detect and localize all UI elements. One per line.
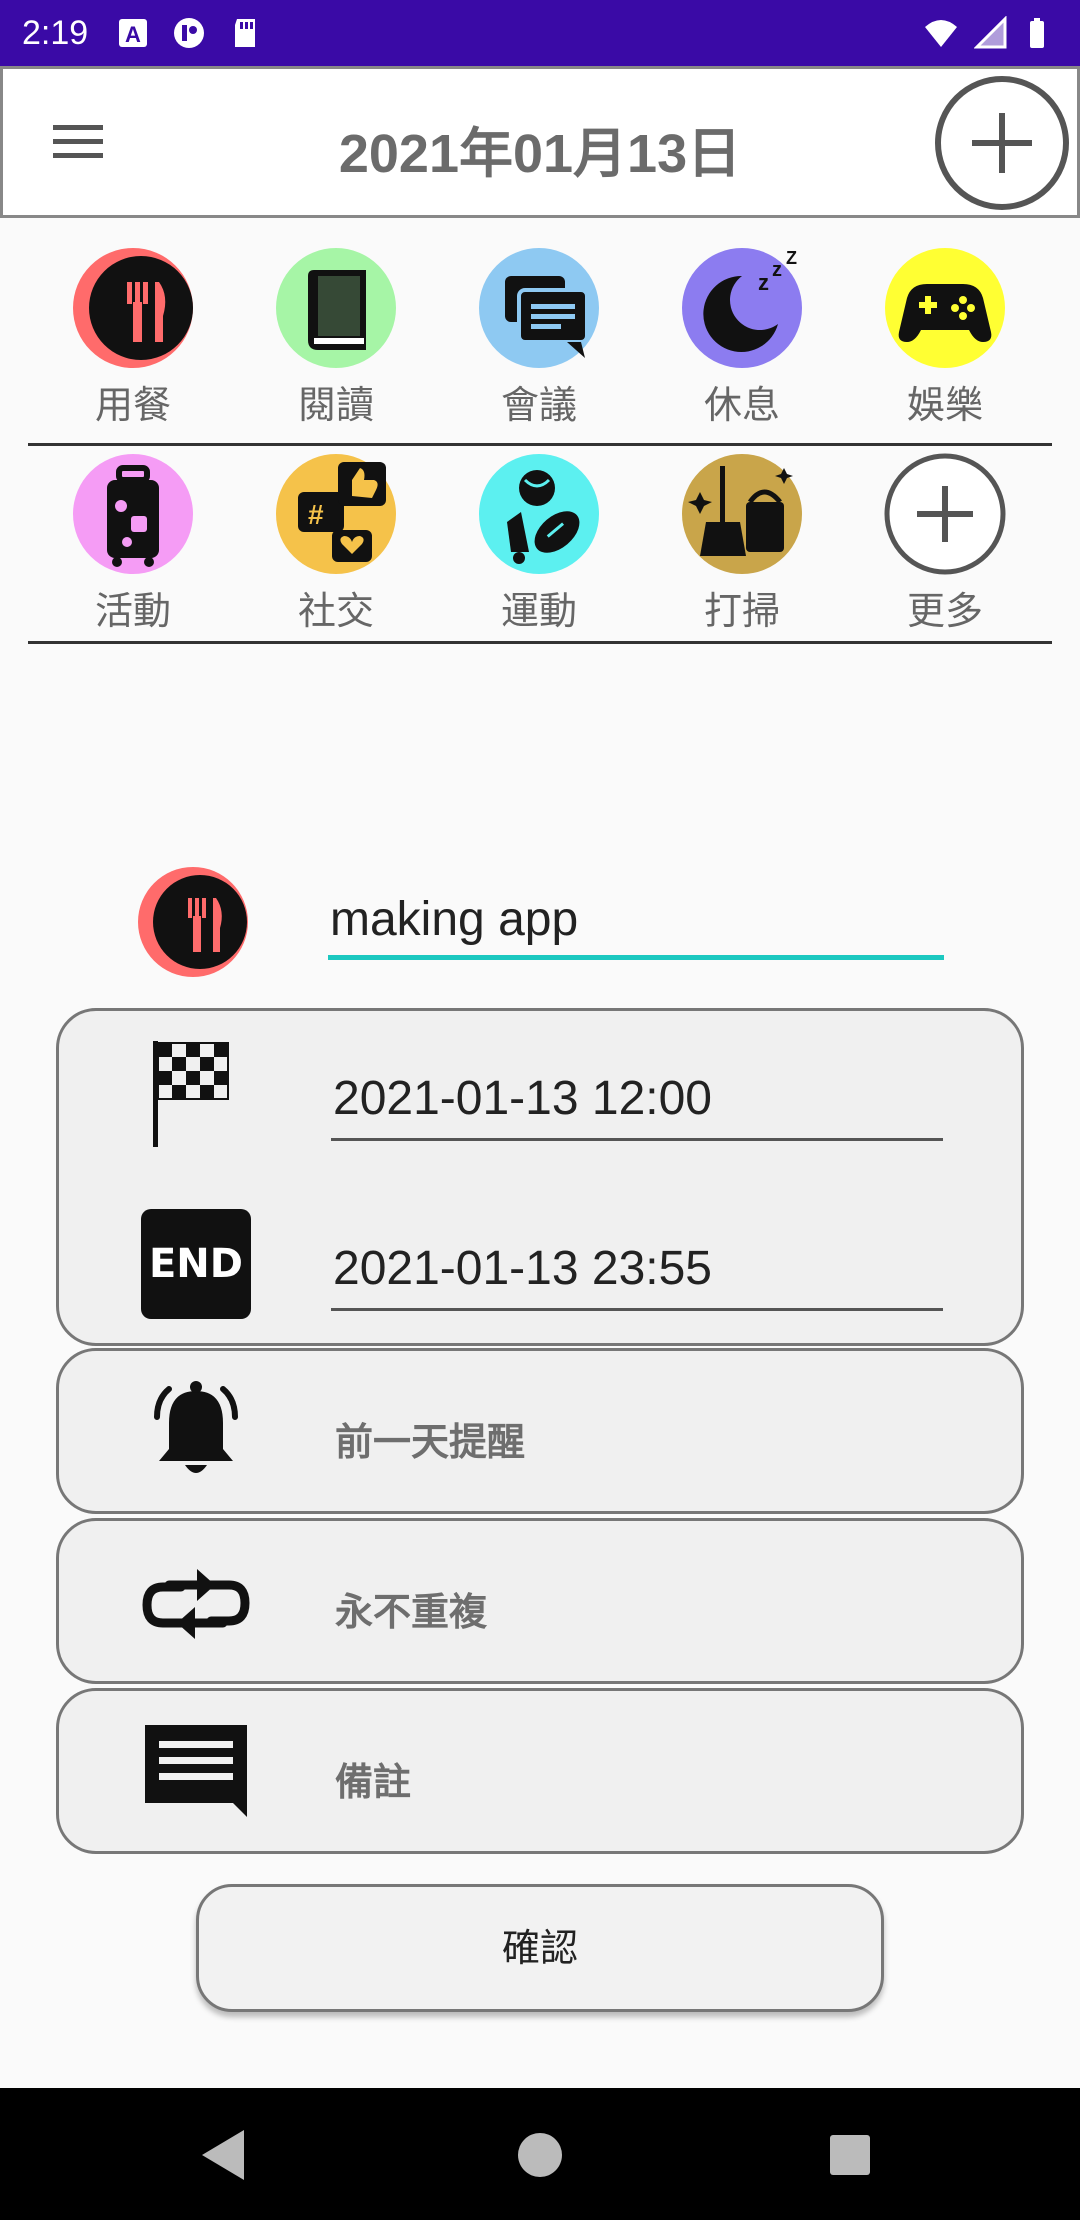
start-time-row: 2021-01-13 12:00	[59, 1037, 1027, 1157]
status-time: 2:19	[22, 13, 89, 52]
time-panel: 2021-01-13 12:00 END 2021-01-13 23:55	[56, 1008, 1024, 1346]
end-time-field[interactable]: 2021-01-13 23:55	[331, 1241, 943, 1311]
event-name-input[interactable]	[328, 884, 944, 960]
end-badge-text: END	[149, 1241, 243, 1287]
checkered-flag-icon	[153, 1041, 229, 1147]
category-more[interactable]: 更多	[870, 452, 1020, 635]
luggage-icon	[73, 454, 193, 574]
svg-text:z: z	[758, 270, 769, 295]
category-row-2: 活動 # 社交 運動 打掃 更多	[28, 446, 1052, 644]
svg-text:A: A	[125, 22, 141, 47]
repeat-panel[interactable]: 永不重複	[56, 1518, 1024, 1684]
dining-icon	[73, 248, 193, 368]
category-label: 休息	[703, 383, 780, 427]
category-label: 娛樂	[906, 383, 983, 427]
sports-icon	[479, 454, 599, 574]
end-icon: END	[141, 1209, 251, 1319]
add-circle-icon	[884, 453, 1006, 575]
svg-text:z: z	[772, 259, 782, 281]
category-cleaning[interactable]: 打掃	[667, 452, 817, 635]
status-bar: 2:19 A	[0, 0, 1080, 66]
category-label: 用餐	[94, 383, 171, 427]
repeat-icon	[142, 1569, 250, 1639]
home-icon[interactable]	[505, 2120, 575, 2190]
gamepad-icon	[885, 248, 1005, 368]
category-rest[interactable]: z z Z 休息	[667, 246, 817, 429]
book-icon	[276, 248, 396, 368]
back-icon[interactable]	[190, 2120, 260, 2190]
confirm-button[interactable]: 確認	[196, 1884, 884, 2012]
note-panel[interactable]: 備註	[56, 1688, 1024, 1854]
end-time-row: END 2021-01-13 23:55	[59, 1207, 1027, 1327]
category-social[interactable]: # 社交	[261, 452, 411, 635]
system-nav-bar	[0, 2088, 1080, 2220]
bell-icon	[154, 1381, 238, 1473]
page-title: 2021年01月13日	[338, 124, 742, 184]
sleep-icon: z z Z	[682, 248, 802, 368]
category-row-1: 用餐 閱讀 會議 z z Z 休息 娛樂	[28, 246, 1052, 446]
category-reading[interactable]: 閱讀	[261, 246, 411, 429]
category-dining[interactable]: 用餐	[58, 246, 208, 429]
cleaning-icon	[682, 454, 802, 574]
note-label: 備註	[335, 1760, 412, 1804]
category-label: 更多	[906, 589, 983, 633]
category-meeting[interactable]: 會議	[464, 246, 614, 429]
category-label: 活動	[94, 589, 171, 633]
recents-icon[interactable]	[815, 2120, 885, 2190]
category-label: 打掃	[703, 589, 780, 633]
media-icon	[174, 18, 205, 48]
category-sports[interactable]: 運動	[464, 452, 614, 635]
category-label: 運動	[500, 589, 577, 633]
accessibility-icon: A	[119, 19, 148, 47]
category-activity[interactable]: 活動	[58, 452, 208, 635]
dining-icon[interactable]	[134, 866, 252, 978]
app-header: 2021年01月13日	[0, 66, 1080, 218]
category-label: 會議	[500, 383, 577, 427]
note-icon	[145, 1725, 247, 1817]
social-icon: #	[276, 454, 396, 574]
repeat-label: 永不重複	[335, 1590, 488, 1634]
start-time-field[interactable]: 2021-01-13 12:00	[331, 1071, 943, 1141]
reminder-label: 前一天提醒	[335, 1420, 526, 1464]
battery-icon	[1030, 18, 1044, 48]
svg-text:#: #	[308, 499, 324, 530]
category-label: 社交	[297, 589, 374, 633]
add-circle-icon[interactable]	[933, 74, 1071, 212]
svg-text:Z: Z	[786, 248, 797, 268]
signal-icon	[974, 16, 1007, 49]
category-label: 閱讀	[297, 383, 374, 427]
sd-card-icon	[235, 19, 256, 47]
event-name-row	[134, 866, 944, 982]
wifi-icon	[925, 20, 957, 47]
chat-icon	[479, 248, 599, 368]
reminder-panel[interactable]: 前一天提醒	[56, 1348, 1024, 1514]
category-entertainment[interactable]: 娛樂	[870, 246, 1020, 429]
